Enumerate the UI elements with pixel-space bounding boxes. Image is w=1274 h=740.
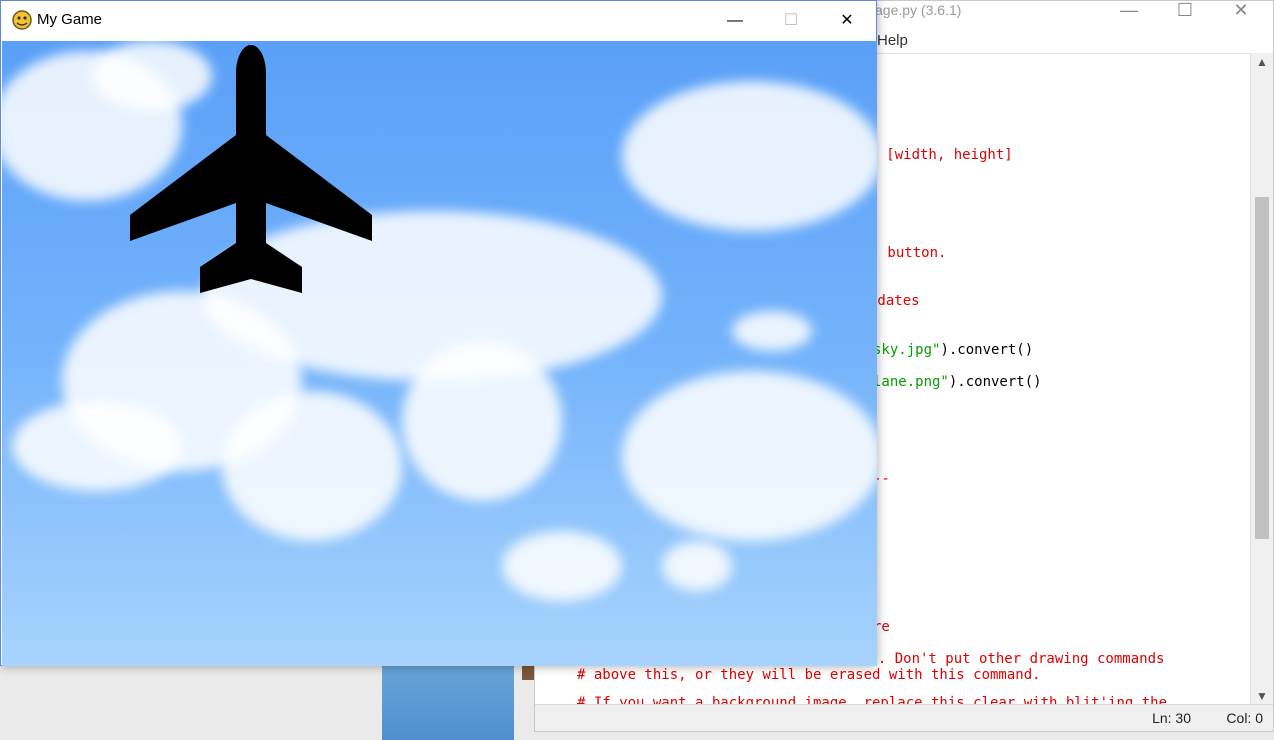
cloud <box>402 341 562 501</box>
code-line: # above this, or they will be erased wit… <box>577 667 1041 683</box>
pygame-snake-icon <box>12 10 32 30</box>
game-window: My Game — ☐ ✕ <box>0 0 877 666</box>
cloud <box>502 531 622 601</box>
status-bar: Ln: 30 Col: 0 <box>535 704 1273 731</box>
code-line: sky.jpg").convert() <box>873 342 1034 358</box>
code-line: button. <box>879 245 947 261</box>
minimize-button[interactable]: — <box>707 1 763 41</box>
vertical-scrollbar[interactable]: ▲ ▼ <box>1250 53 1273 705</box>
game-window-title: My Game <box>37 11 103 28</box>
cloud <box>12 401 182 491</box>
airplane-icon[interactable] <box>128 45 374 295</box>
column-number: Col: 0 <box>1226 710 1263 726</box>
idle-window-title: age.py (3.6.1) <box>875 2 962 18</box>
code-line: en [width, height] <box>861 147 1013 163</box>
scroll-up-arrow-icon[interactable]: ▲ <box>1251 53 1273 71</box>
scroll-down-arrow-icon[interactable]: ▼ <box>1251 687 1273 705</box>
menu-help[interactable]: Help <box>877 32 908 49</box>
game-canvas[interactable] <box>2 41 877 666</box>
maximize-button[interactable]: ☐ <box>763 1 819 41</box>
cloud <box>622 81 877 231</box>
minimize-button[interactable]: — <box>1109 1 1149 21</box>
cloud <box>662 541 732 591</box>
close-button[interactable]: ✕ <box>819 1 875 41</box>
close-button[interactable]: ✕ <box>1221 1 1261 21</box>
game-title-bar[interactable]: My Game — ☐ ✕ <box>1 1 876 41</box>
code-line: te. Don't put other drawing commands <box>861 651 1165 667</box>
scroll-thumb[interactable] <box>1255 197 1269 539</box>
line-number: Ln: 30 <box>1152 710 1191 726</box>
code-line: lane.png").convert() <box>873 374 1042 390</box>
cloud <box>732 311 812 351</box>
desktop-background-window <box>382 660 514 740</box>
cloud <box>622 371 877 541</box>
cloud <box>222 391 402 541</box>
maximize-button[interactable]: ☐ <box>1165 1 1205 21</box>
